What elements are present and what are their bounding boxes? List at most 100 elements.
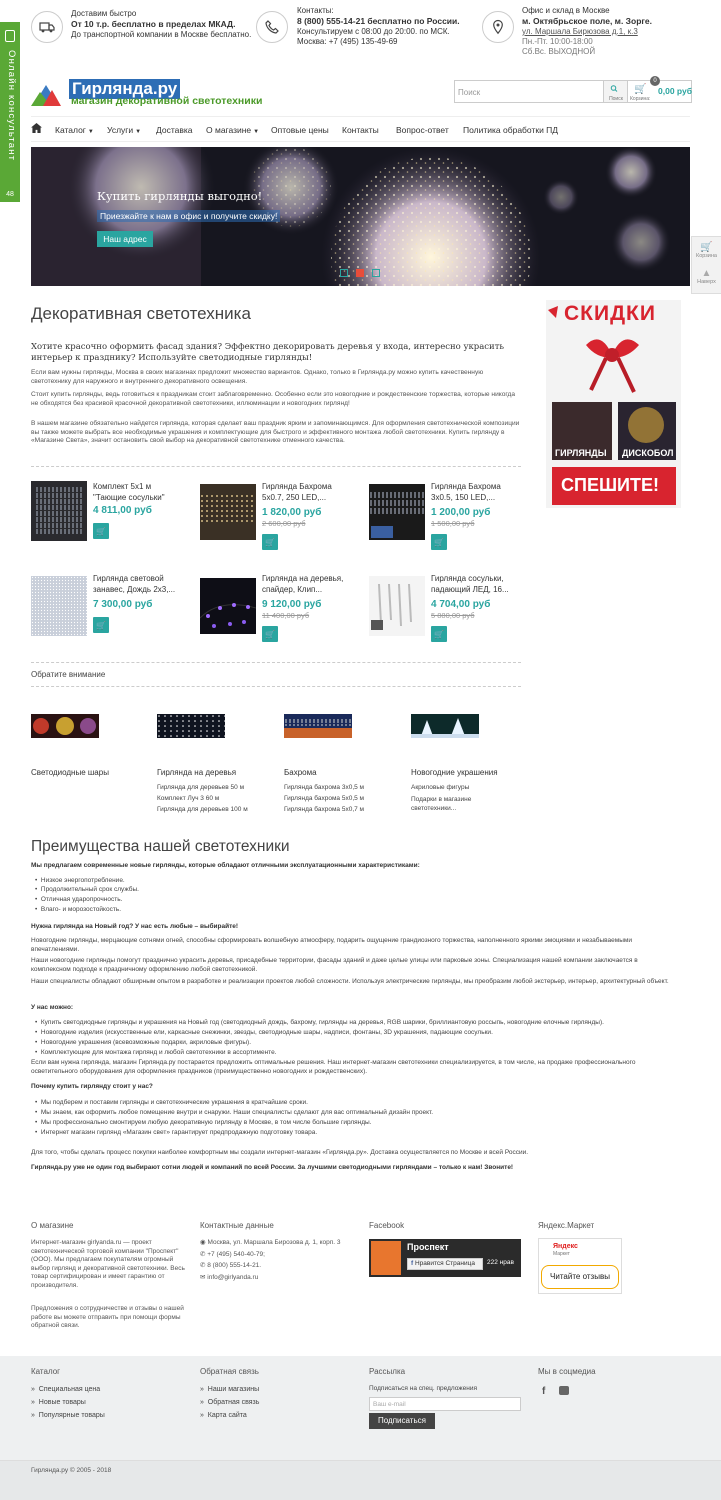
footer-link[interactable]: » Наши магазины [200,1386,259,1393]
product-name[interactable]: Гирлянда световой занавес, Дождь 2х3,... [93,573,177,595]
footer-heading: Обратная связь [200,1367,259,1376]
nav-faq[interactable]: Вопрос-ответ [396,125,449,135]
add-to-cart-button[interactable]: 🛒 [262,534,278,550]
product-image[interactable] [369,576,425,636]
category-image[interactable] [411,714,479,738]
category-image[interactable] [284,714,352,738]
footer-link-text: Карта сайта [207,1412,247,1419]
yandex-reviews-button[interactable]: Читайте отзывы [541,1265,619,1289]
footer-about-text: Предложения о сотрудничестве и отзывы о … [31,1305,184,1329]
product-image[interactable] [199,578,257,634]
footer-phone[interactable]: ✆ 8 (800) 555-14-21. [200,1262,261,1271]
footer-email[interactable]: ✉ info@girlyanda.ru [200,1274,258,1283]
product-image[interactable] [200,484,256,540]
category-title[interactable]: Бахрома [284,768,317,777]
promo-banner[interactable]: СКИДКИ ГИРЛЯНДЫ ДИСКОБОЛ СПЕШИТЕ! [546,300,681,508]
add-to-cart-button[interactable]: 🛒 [93,617,109,633]
footer-link[interactable]: » Популярные товары [31,1412,105,1419]
intro-lead: Хотите красочно оформить фасад здания? Э… [31,342,505,363]
office-address-link[interactable]: ул. Маршала Бирюзова д.1, к.3 [522,27,652,37]
category-link[interactable]: Гирлянда бахрома 5х0,7 м [284,806,364,813]
add-to-cart-button[interactable]: 🛒 [431,534,447,550]
nav-about[interactable]: О магазине ▼ [206,125,259,135]
footer-heading: Каталог [31,1367,61,1376]
yandex-market-widget[interactable]: Яндекс Маркет Читайте отзывы [538,1238,622,1294]
newsletter-subscribe-button[interactable]: Подписаться [369,1413,435,1429]
facebook-like-button[interactable]: f Нравится Страница [407,1258,483,1270]
product-name[interactable]: Гирлянда Бахрома 3х0.5, 150 LED,... [431,481,515,503]
nav-services[interactable]: Услуги ▼ [107,125,141,135]
slider-dot[interactable] [372,269,380,277]
product-name[interactable]: Гирлянда сосульки, падающий ЛЕД, 16... [431,573,515,595]
bullet-item: • Мы подберем и поставим гирлянды и свет… [35,1099,308,1106]
promo-cta: СПЕШИТЕ! [561,475,659,495]
caret-down-icon: ▼ [135,129,142,135]
caret-down-icon: ▼ [253,129,260,135]
category-image[interactable] [31,714,99,738]
slider-dot-active[interactable] [356,269,364,277]
nav-wholesale[interactable]: Оптовые цены [271,125,329,135]
side-cart-label: Корзина [696,253,717,259]
category-link[interactable]: Акриловые фигуры [411,784,469,791]
bullet-text: Продолжительный срок службы. [40,886,139,893]
footer-link-text: Наши магазины [207,1386,260,1393]
youtube-icon[interactable] [559,1386,569,1395]
product-image[interactable] [31,481,87,541]
footer-phone[interactable]: ✆ +7 (495) 540-40-79; [200,1251,265,1260]
facebook-widget[interactable]: Проспект f Нравится Страница 222 нрав [369,1239,521,1277]
slider-dot[interactable] [340,269,348,277]
category-link[interactable]: Гирлянда бахрома 3х0,5 м [284,784,364,791]
category-link[interactable]: Гирлянда бахрома 5х0,5 м [284,795,364,802]
product-name[interactable]: Гирлянда на деревья, спайдер, Клип... [262,573,346,595]
nav-privacy-policy[interactable]: Политика обработки ПД [463,125,558,135]
banner-address-button[interactable]: Наш адрес [97,231,153,247]
category-title[interactable]: Новогодние украшения [411,768,498,777]
banner-title: Купить гирлянды выгодно! [97,189,263,203]
category-link[interactable]: Гирлянда для деревьев 100 м [157,806,248,813]
category-link[interactable]: Гирлянда для деревьев 50 м [157,784,244,791]
product-image[interactable] [31,576,87,636]
add-to-cart-button[interactable]: 🛒 [431,626,447,642]
product-price: 1 200,00 руб [431,507,491,518]
footer-heading: Контактные данные [200,1221,274,1230]
footer-link[interactable]: » Обратная связь [200,1399,259,1406]
footer-link[interactable]: » Новые товары [31,1399,86,1406]
category-title[interactable]: Гирлянда на деревья [157,768,236,777]
category-link[interactable]: Подарки в магазине светотехники... [411,795,491,813]
office-line: Офис и склад в Москве [522,6,610,15]
category-image[interactable] [157,714,225,738]
footer-link[interactable]: » Карта сайта [200,1412,247,1419]
nav-contacts[interactable]: Контакты [342,125,379,135]
product-price: 9 120,00 руб [262,599,322,610]
bullet-text: Купить светодиодные гирлянды и украшения… [40,1019,604,1026]
copyright-bar: Гирлянда.ру © 2005 - 2018 [0,1460,721,1500]
footer-link[interactable]: » Специальная цена [31,1386,100,1393]
promo-tag: ДИСКОБОЛ [622,448,674,458]
category-title[interactable]: Светодиодные шары [31,768,109,777]
product-image[interactable] [369,484,425,540]
product-name[interactable]: Гирлянда Бахрома 5х0.7, 250 LED,... [262,481,346,503]
scroll-top-label: Наверх [697,279,716,285]
logo-icon[interactable] [31,84,61,108]
add-to-cart-button[interactable]: 🛒 [262,626,278,642]
newsletter-email-input[interactable]: Ваш e-mail [369,1397,521,1411]
cart-icon: 🛒 [96,526,106,536]
facebook-icon[interactable]: f [542,1386,545,1397]
footer-heading: Мы в соцмедиа [538,1367,596,1376]
contacts-phone[interactable]: 8 (800) 555-14-21 бесплатно по России. [297,16,460,26]
search-input[interactable]: Поиск [454,80,604,103]
nav-label: Каталог [55,125,86,135]
category-link[interactable]: Комплект Луч 3 60 м [157,795,219,802]
logo-tagline: магазин декоративной светотехники [71,95,263,107]
yandex-logo: Яндекс [553,1243,578,1250]
cart-icon: 🛒 [634,84,647,95]
online-consultant-tab[interactable]: Онлайн консультант 48 [0,22,20,202]
add-to-cart-button[interactable]: 🛒 [93,523,109,539]
product-name[interactable]: Комплект 5х1 м "Тающие сосульки" [93,481,177,503]
home-icon[interactable] [31,123,42,135]
side-cart-button[interactable]: 🛒 Корзина [692,237,721,265]
nav-delivery[interactable]: Доставка [156,125,193,135]
nav-catalog[interactable]: Каталог ▼ [55,125,94,135]
contacts-phone-moscow[interactable]: Москва: +7 (495) 135-49-69 [297,37,460,47]
scroll-top-button[interactable]: ▲ Наверх [692,265,721,293]
